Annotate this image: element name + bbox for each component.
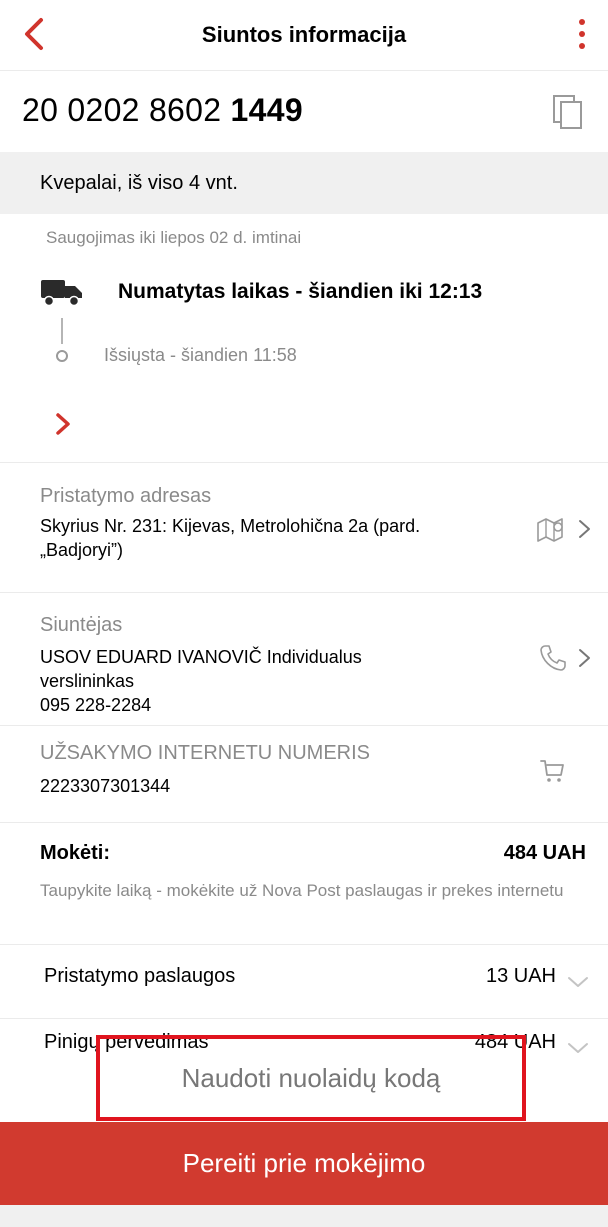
section-divider xyxy=(0,944,608,945)
cart-icon[interactable] xyxy=(538,757,566,785)
delivery-address-line2: „Badjoryi”) xyxy=(40,540,124,560)
copy-button[interactable] xyxy=(548,92,588,132)
chevron-down-icon[interactable] xyxy=(566,1041,590,1055)
timeline-line xyxy=(61,318,63,344)
section-divider xyxy=(0,1018,608,1019)
map-icon[interactable] xyxy=(536,515,570,543)
chevron-right-icon[interactable] xyxy=(577,518,593,540)
more-vertical-icon xyxy=(579,19,585,25)
service-name: Pristatymo paslaugos xyxy=(44,965,236,987)
chevron-left-icon xyxy=(25,18,43,50)
service-row-delivery[interactable]: Pristatymo paslaugos 13 UAH xyxy=(0,955,608,1005)
payment-note: Taupykite laiką - mokėkite už Nova Post … xyxy=(40,881,564,900)
chevron-down-icon[interactable] xyxy=(566,975,590,989)
back-button[interactable] xyxy=(18,14,50,54)
parcel-contents-text: Kvepalai, iš viso 4 vnt. xyxy=(40,171,238,194)
page-title: Siuntos informacija xyxy=(201,22,407,47)
promo-code-button[interactable]: Naudoti nuolaidų kodą xyxy=(96,1035,526,1121)
copy-icon xyxy=(553,95,582,129)
section-divider xyxy=(0,822,608,823)
parcel-contents: Kvepalai, iš viso 4 vnt. xyxy=(0,152,608,214)
tracking-number: 20 0202 8602 1449 xyxy=(22,92,303,129)
service-amount: 13 UAH xyxy=(485,965,556,987)
more-menu-button[interactable] xyxy=(570,12,594,56)
sender-phone: 095 228-2284 xyxy=(40,695,152,715)
eta-text: Numatytas laikas - šiandien iki 12:13 xyxy=(118,280,483,303)
order-number-value: 2223307301344 xyxy=(40,776,171,796)
proceed-to-payment-button[interactable]: Pereiti prie mokėjimo xyxy=(0,1122,608,1205)
header-divider xyxy=(0,70,608,71)
delivery-address-line1: Skyrius Nr. 231: Kijevas, Metrolohična 2… xyxy=(40,516,421,536)
phone-icon[interactable] xyxy=(538,643,568,673)
chevron-right-icon xyxy=(56,413,70,435)
section-divider xyxy=(0,725,608,726)
sender-name-line1: USOV EDUARD IVANOVIČ Individualus xyxy=(40,647,362,667)
app-header: Siuntos informacija xyxy=(0,0,608,70)
tracking-number-prefix: 20 0202 8602 xyxy=(22,92,231,128)
sent-status: Išsiųsta - šiandien 11:58 xyxy=(104,345,297,365)
timeline-dot xyxy=(56,350,68,362)
bottom-strip xyxy=(0,1205,608,1227)
tracking-number-suffix: 1449 xyxy=(230,92,303,128)
section-divider xyxy=(0,462,608,463)
expand-tracking-button[interactable] xyxy=(52,410,76,438)
storage-info: Saugojimas iki liepos 02 d. imtinai xyxy=(46,228,302,247)
delivery-address-label: Pristatymo adresas xyxy=(40,485,212,507)
payment-label: Mokėti: xyxy=(40,842,110,864)
chevron-right-icon[interactable] xyxy=(577,647,593,669)
sender-name-line2: verslininkas xyxy=(40,671,135,691)
section-divider xyxy=(0,592,608,593)
truck-icon xyxy=(41,280,82,307)
sender-label: Siuntėjas xyxy=(40,614,123,636)
order-number-label: UŽSAKYMO INTERNETU NUMERIS xyxy=(40,742,371,764)
payment-amount: 484 UAH xyxy=(503,842,586,864)
